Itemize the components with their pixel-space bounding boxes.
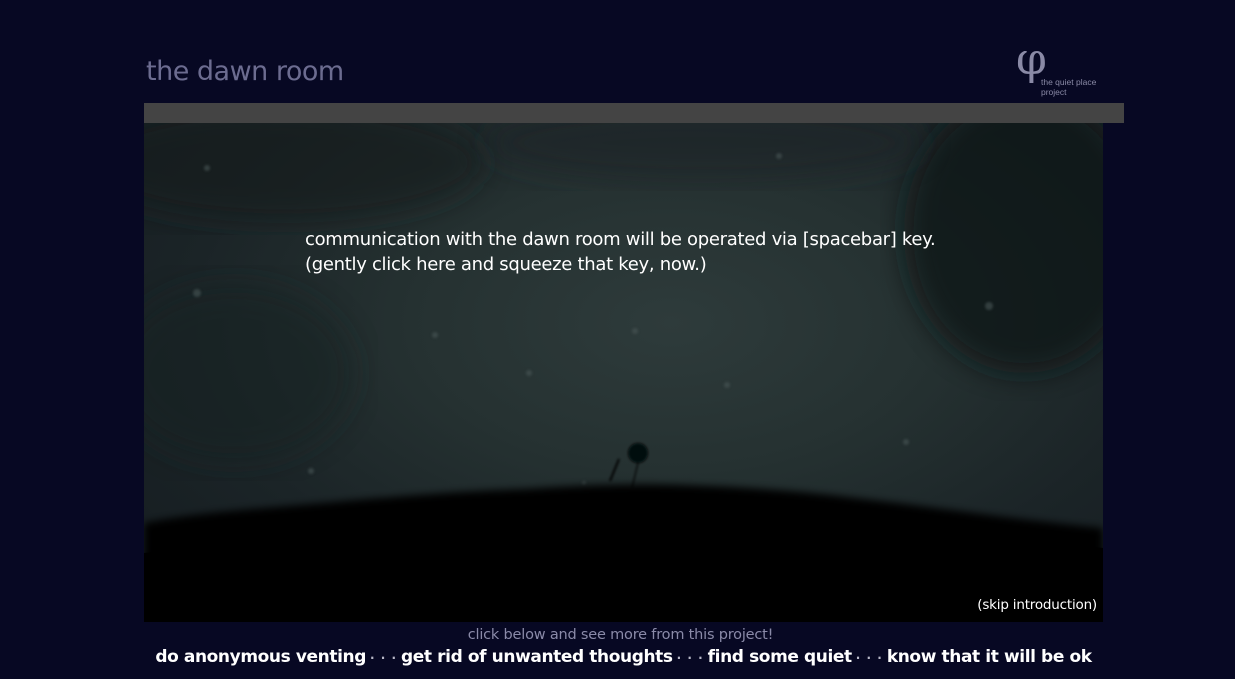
page: the dawn room φ the quiet place project xyxy=(0,0,1235,679)
footer-separator: · · · xyxy=(676,651,704,665)
link-find-quiet[interactable]: find some quiet xyxy=(708,647,853,667)
link-anonymous-venting[interactable]: do anonymous venting xyxy=(155,647,366,667)
logo-text: the quiet place project xyxy=(1041,77,1096,97)
logo-text-line-1: the quiet place xyxy=(1041,77,1097,87)
intro-line-2: (gently click here and squeeze that key,… xyxy=(305,254,707,275)
footer-separator: · · · xyxy=(370,651,398,665)
footer-links: do anonymous venting · · · get rid of unwa… xyxy=(0,647,1235,667)
night-landscape-image xyxy=(144,123,1103,622)
intro-line-1: communication with the dawn room will be… xyxy=(305,229,936,250)
link-unwanted-thoughts[interactable]: get rid of unwanted thoughts xyxy=(401,647,673,667)
footer-note: click below and see more from this proje… xyxy=(467,627,774,643)
quiet-place-logo[interactable]: φ the quiet place project xyxy=(1016,38,1116,100)
phi-logo-icon: φ xyxy=(1016,34,1047,85)
footer-separator: · · · xyxy=(855,651,883,665)
skip-introduction-link[interactable]: (skip introduction) xyxy=(977,597,1097,613)
dawn-room-stage[interactable]: communication with the dawn room will be… xyxy=(144,123,1103,622)
stage-top-bar xyxy=(144,103,1124,123)
logo-text-line-2: project xyxy=(1041,87,1067,97)
page-title: the dawn room xyxy=(146,56,344,87)
intro-message: communication with the dawn room will be… xyxy=(305,227,936,277)
link-will-be-ok[interactable]: know that it will be ok xyxy=(887,647,1092,667)
